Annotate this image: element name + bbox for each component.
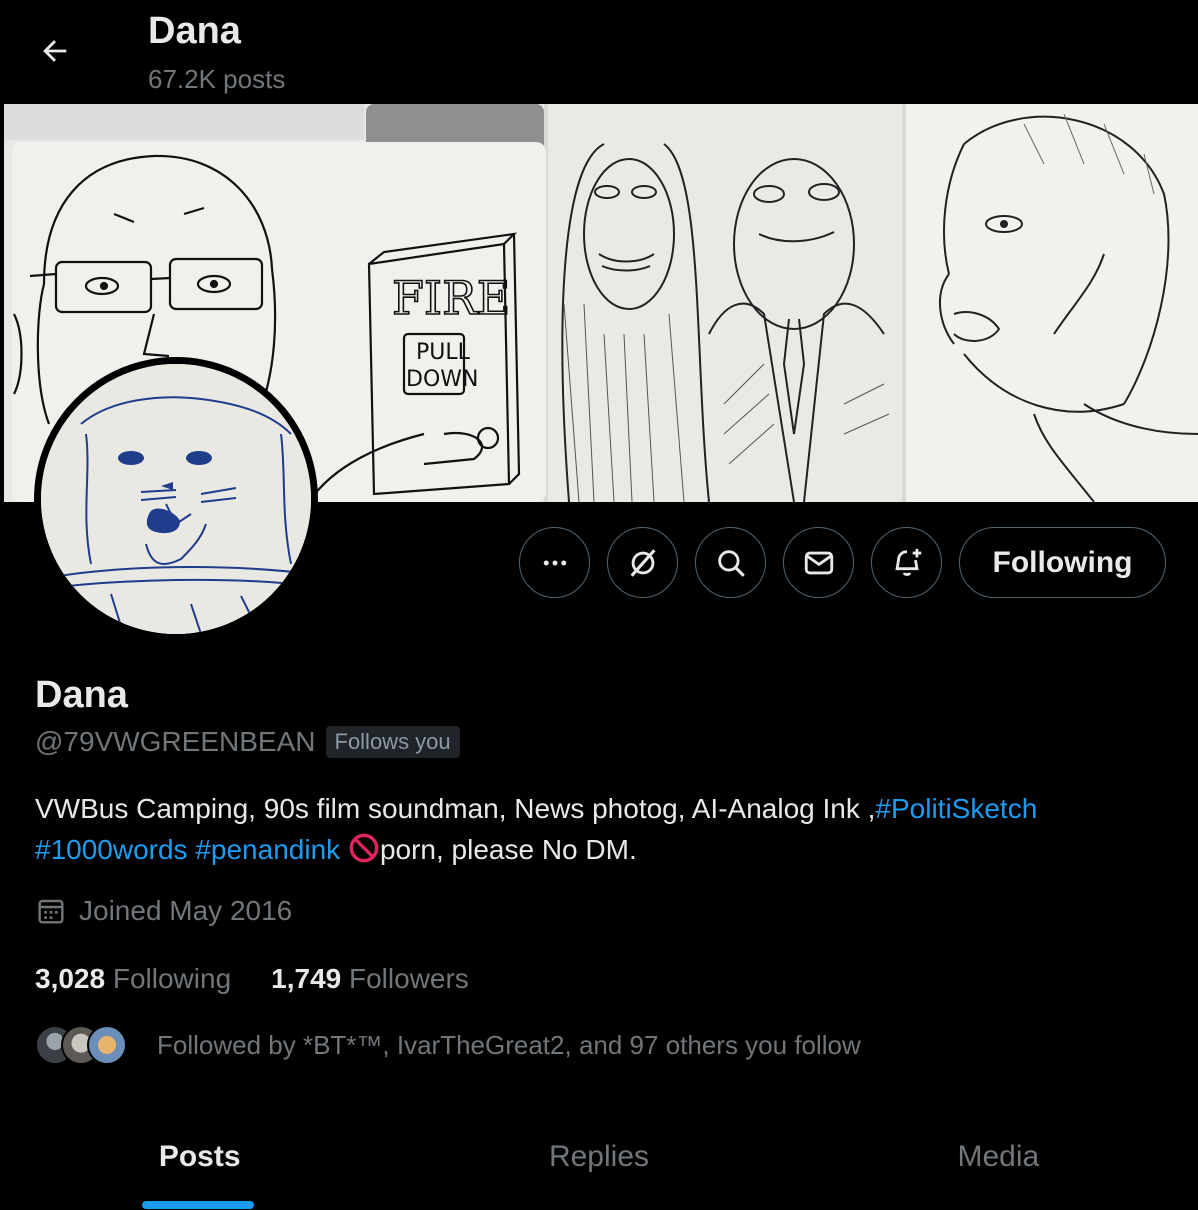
notify-button[interactable] <box>871 527 942 598</box>
banner-pull-text: PULL <box>416 340 471 365</box>
profile-bio: VWBus Camping, 90s film soundman, News p… <box>35 788 1175 870</box>
bio-text: VWBus Camping, 90s film soundman, News p… <box>35 793 876 824</box>
hashtag-link[interactable]: #PolitiSketch <box>875 793 1037 824</box>
follows-you-badge: Follows you <box>325 726 460 758</box>
profile-tabs: Posts Replies Media <box>0 1110 1198 1210</box>
top-bar: Dana 67.2K posts <box>0 0 1198 104</box>
header-post-count: 67.2K posts <box>148 64 286 94</box>
following-link[interactable]: 3,028 Following <box>35 963 231 995</box>
search-profile-button[interactable] <box>695 527 766 598</box>
arrow-left-icon <box>43 40 67 62</box>
following-label: Following <box>112 963 232 994</box>
more-button[interactable] <box>519 527 590 598</box>
profile-actions: Following <box>519 527 1166 598</box>
avatar <box>87 1025 127 1065</box>
followers-label: Followers <box>349 963 469 994</box>
tab-media[interactable]: Media <box>799 1110 1198 1210</box>
grok-icon <box>630 548 655 577</box>
following-button[interactable]: Following <box>959 527 1166 598</box>
mutual-avatars <box>35 1021 131 1069</box>
banner-fire-text: FIRE <box>392 271 510 325</box>
follow-stats: 3,028 Following 1,749 Followers <box>35 963 469 995</box>
hashtag-link[interactable]: #penandink <box>195 834 340 865</box>
envelope-icon <box>804 551 833 574</box>
joined-text: Joined May 2016 <box>79 895 293 926</box>
profile-name: Dana <box>35 674 128 716</box>
hashtag-link[interactable]: #1000words <box>35 834 188 865</box>
handle-row: @79VWGREENBEAN Follows you <box>35 726 460 758</box>
tab-posts[interactable]: Posts <box>0 1110 399 1210</box>
calendar-icon <box>38 899 64 924</box>
joined-date: Joined May 2016 <box>35 895 292 927</box>
bell-plus-icon <box>894 548 921 576</box>
header-title: Dana <box>148 10 241 52</box>
prohibited-icon <box>349 833 379 863</box>
followed-by-row[interactable]: Followed by *BT*™, IvarTheGreat2, and 97… <box>35 1021 861 1069</box>
following-count: 3,028 <box>35 963 106 994</box>
back-button[interactable] <box>32 28 78 74</box>
followers-count: 1,749 <box>271 963 342 994</box>
tab-replies[interactable]: Replies <box>399 1110 798 1210</box>
more-dots-icon <box>543 560 566 565</box>
followers-link[interactable]: 1,749 Followers <box>271 963 469 995</box>
bio-text: porn, please No DM. <box>379 834 637 865</box>
grok-button[interactable] <box>607 527 678 598</box>
followed-by-text: Followed by *BT*™, IvarTheGreat2, and 97… <box>157 1029 861 1060</box>
profile-avatar[interactable] <box>34 357 318 641</box>
message-button[interactable] <box>783 527 854 598</box>
active-tab-indicator <box>142 1201 254 1209</box>
profile-handle: @79VWGREENBEAN <box>35 726 316 757</box>
search-icon <box>717 549 745 577</box>
banner-down-text: DOWN <box>406 367 478 392</box>
